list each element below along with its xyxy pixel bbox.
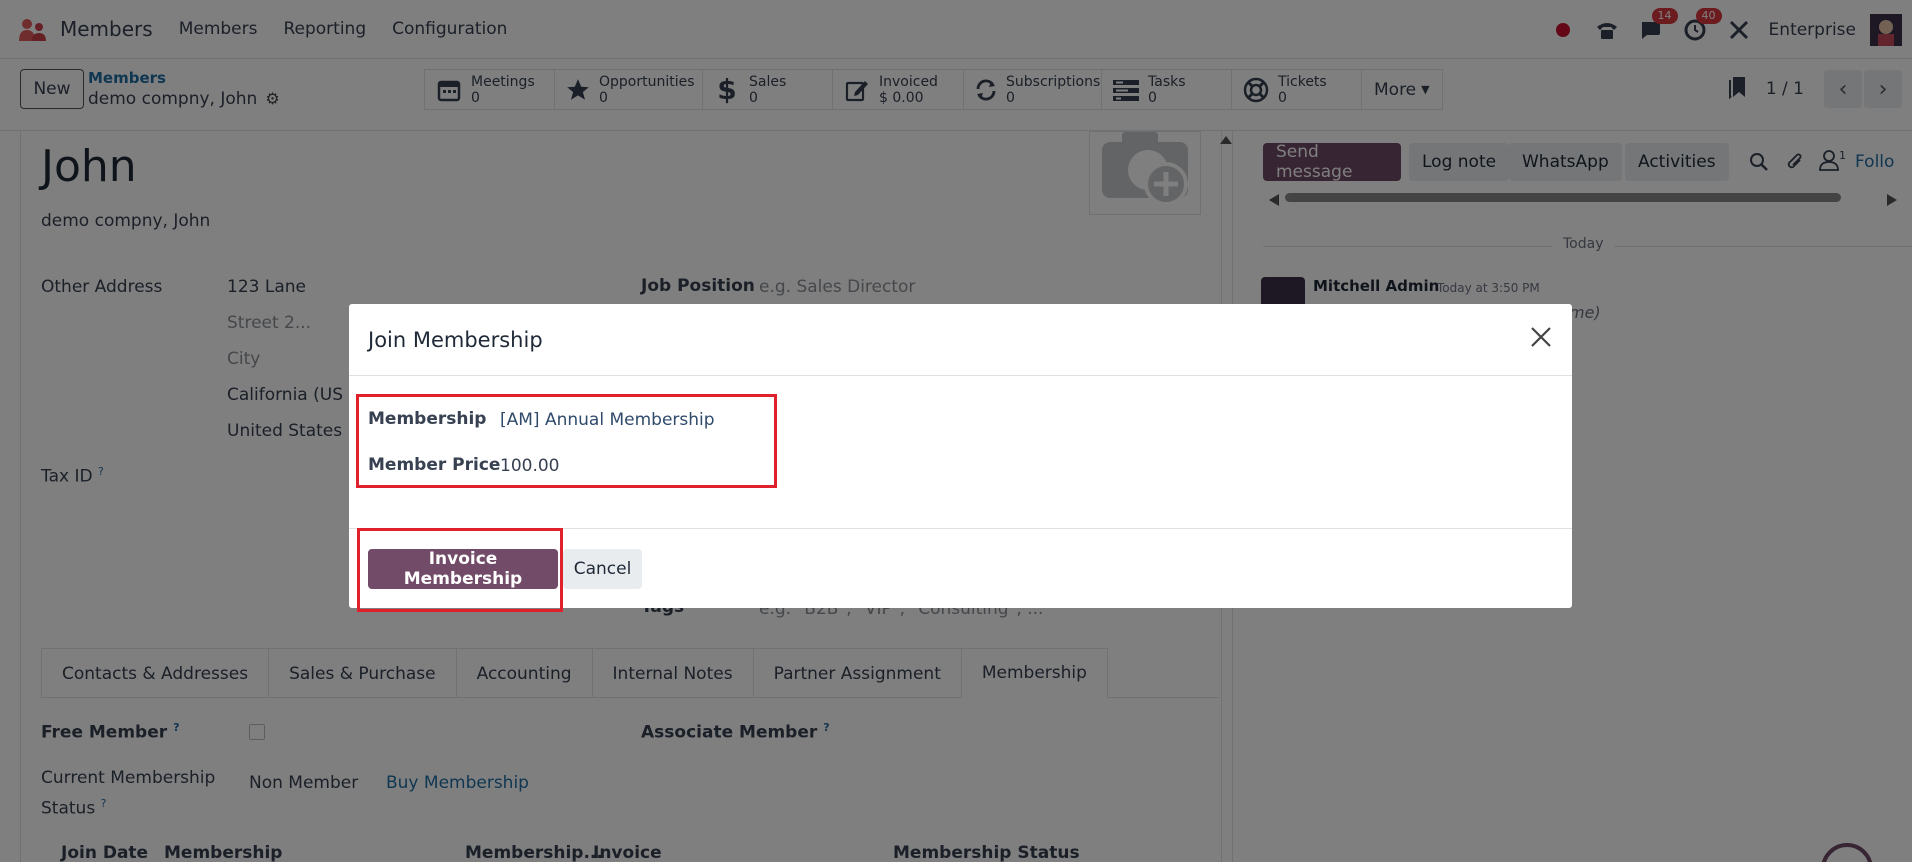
dialog-header-divider — [349, 375, 1572, 376]
join-membership-dialog: Join Membership Membership [AM] Annual M… — [349, 304, 1572, 612]
fields-highlight-box — [356, 394, 777, 488]
button-highlight-box — [357, 528, 563, 612]
close-icon[interactable] — [1528, 324, 1554, 350]
dialog-title: Join Membership — [368, 328, 543, 352]
cancel-button[interactable]: Cancel — [563, 549, 642, 589]
